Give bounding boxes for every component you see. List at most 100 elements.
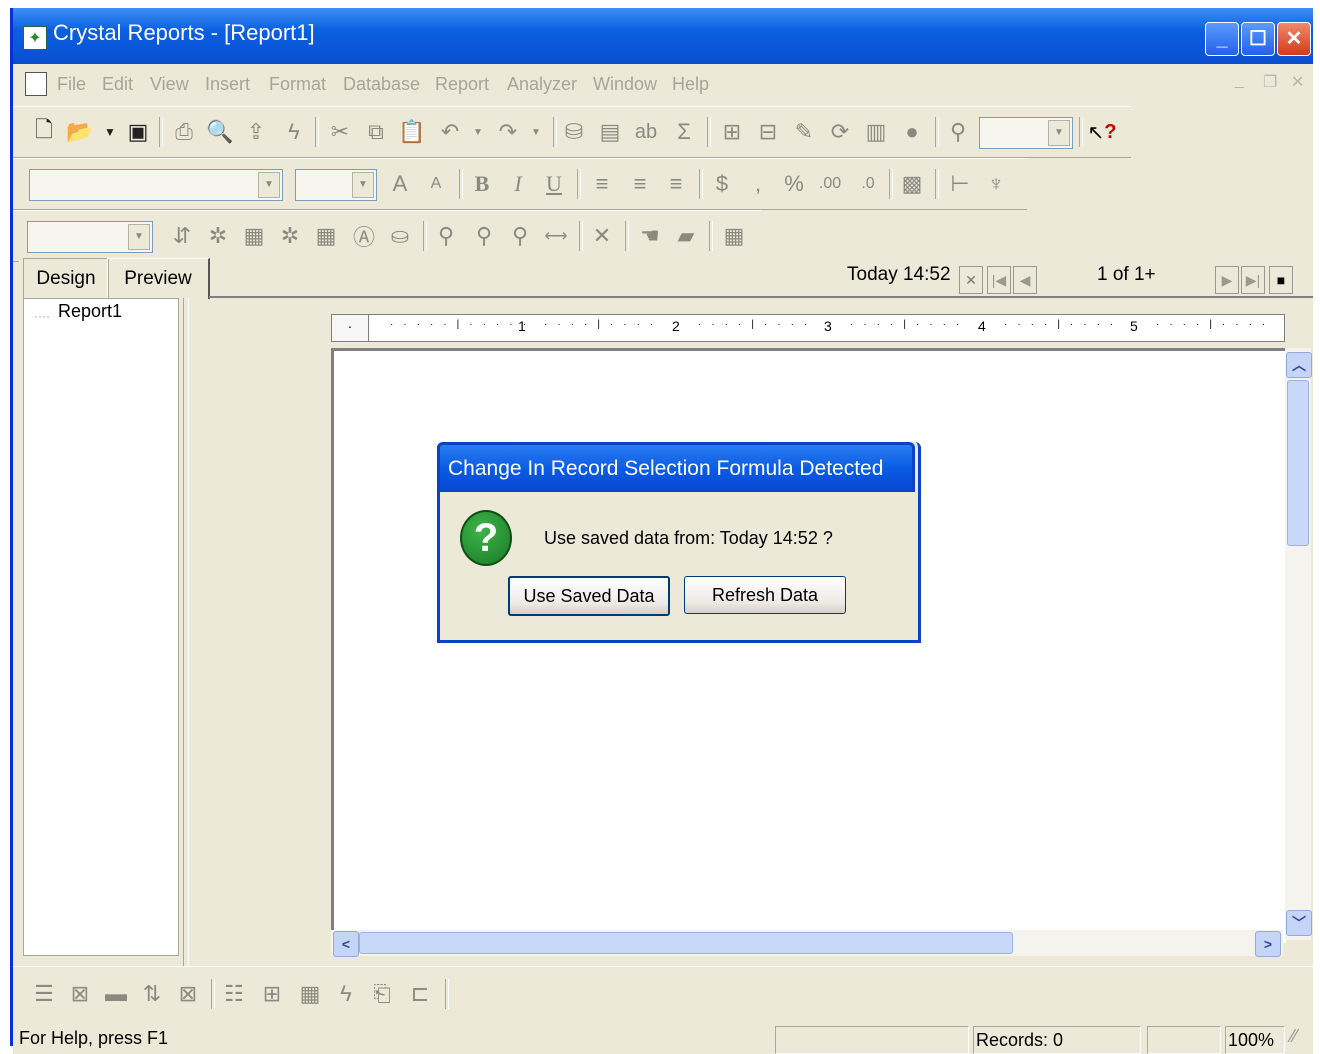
redo-icon[interactable]: ↷ <box>495 119 521 145</box>
next-page-icon[interactable]: ▶ <box>1215 266 1239 294</box>
links-icon[interactable]: ⊏ <box>407 981 433 1007</box>
scroll-left-icon[interactable]: < <box>333 931 359 957</box>
export-icon[interactable]: ⇪ <box>243 119 269 145</box>
minimize-button[interactable]: _ <box>1205 22 1239 56</box>
insert-table-icon[interactable]: ▦ <box>313 223 339 249</box>
first-page-icon[interactable]: |◀ <box>987 266 1011 294</box>
find-icon[interactable]: ⚲ <box>945 119 971 145</box>
menu-edit[interactable]: Edit <box>102 74 133 95</box>
resize-grip-icon[interactable]: ⁄⁄ <box>1291 1026 1297 1047</box>
cross-tab-expert-icon[interactable]: ▦ <box>297 981 323 1007</box>
underline-icon[interactable]: U <box>541 171 567 197</box>
stop-loading-icon[interactable]: ■ <box>1269 266 1293 294</box>
scroll-right-icon[interactable]: > <box>1255 931 1281 957</box>
sort-icon[interactable]: ⇅ <box>139 981 165 1007</box>
style-combo[interactable]: ▼ <box>27 221 153 253</box>
new-icon[interactable]: 🗋 <box>31 117 57 145</box>
menu-window[interactable]: Window <box>593 74 657 95</box>
expert-icon[interactable]: ✕ <box>589 223 615 249</box>
stop-icon[interactable]: ✕ <box>959 266 983 294</box>
crystal-reports-app-icon[interactable]: ✦ <box>23 26 47 50</box>
open-icon[interactable]: 📂 <box>66 119 93 145</box>
align-right-icon[interactable]: ≡ <box>663 171 689 197</box>
undo-icon[interactable]: ↶ <box>437 119 463 145</box>
mdi-minimize-icon[interactable]: _ <box>1235 72 1244 90</box>
menu-database[interactable]: Database <box>343 74 420 95</box>
menu-format[interactable]: Format <box>269 74 326 95</box>
thousands-icon[interactable]: , <box>745 171 771 197</box>
toolbar-combo[interactable]: ▼ <box>979 117 1073 149</box>
open-dropdown-icon[interactable]: ▼ <box>97 119 123 145</box>
mdi-close-icon[interactable]: ✕ <box>1291 72 1304 92</box>
field-explorer-icon[interactable]: ▤ <box>597 119 623 145</box>
group-tree-icon[interactable]: ⊟ <box>755 119 781 145</box>
increase-decimal-icon[interactable]: .00 <box>817 171 843 197</box>
undo-dropdown-icon[interactable]: ▼ <box>465 119 491 145</box>
group-expert-icon[interactable]: ☷ <box>221 981 247 1007</box>
save-icon[interactable]: ▣ <box>125 119 151 145</box>
align-center-icon[interactable]: ≡ <box>627 171 653 197</box>
title-bar[interactable]: ✦ Crystal Reports - [Report1] _ ☐ ✕ <box>13 8 1313 64</box>
maximize-button[interactable]: ☐ <box>1241 22 1275 56</box>
formula-expert-icon[interactable]: ϟ <box>333 981 359 1007</box>
select-icon[interactable]: ⊠ <box>67 981 93 1007</box>
zoom-out-icon[interactable]: ⚲ <box>507 223 533 249</box>
refresh-data-button[interactable]: Refresh Data <box>684 576 846 614</box>
previous-page-icon[interactable]: ◀ <box>1013 266 1037 294</box>
mdi-restore-icon[interactable]: ❐ <box>1263 72 1277 92</box>
decrease-decimal-icon[interactable]: .0 <box>855 171 881 197</box>
format-icon[interactable]: ⊠ <box>175 981 201 1007</box>
horizontal-scrollbar[interactable]: < > <box>331 930 1283 957</box>
chevron-down-icon[interactable]: ▼ <box>1048 120 1070 146</box>
scroll-up-icon[interactable]: ︿ <box>1286 352 1312 378</box>
help-pointer-icon[interactable]: ↖? <box>1088 119 1117 145</box>
document-icon[interactable] <box>25 72 47 96</box>
menu-report[interactable]: Report <box>435 74 489 95</box>
splitter[interactable] <box>183 298 189 966</box>
border-icon[interactable]: ▩ <box>899 171 925 197</box>
menu-file[interactable]: File <box>57 74 86 95</box>
chart-icon[interactable]: ▥ <box>863 119 889 145</box>
insert-group-icon[interactable]: ▦ <box>241 223 267 249</box>
horizontal-scroll-thumb[interactable] <box>359 932 1013 954</box>
zoom-icon[interactable]: ⚲ <box>471 223 497 249</box>
database-icon[interactable]: ☰ <box>31 981 57 1007</box>
lock-format-icon[interactable]: ♆ <box>983 171 1009 197</box>
insert-picture-icon[interactable]: ⛀ <box>387 223 413 249</box>
menu-view[interactable]: View <box>150 74 189 95</box>
vertical-scrollbar[interactable]: ︿ ﹀ <box>1285 348 1312 940</box>
chevron-down-icon[interactable]: ▼ <box>258 172 280 198</box>
grid-icon[interactable]: ▦ <box>721 223 747 249</box>
font-size-combo[interactable]: ▼ <box>295 169 377 201</box>
chevron-down-icon[interactable]: ▼ <box>128 224 150 250</box>
zoom-in-icon[interactable]: ⚲ <box>433 223 459 249</box>
database-expert-icon[interactable]: ⛁ <box>561 119 587 145</box>
cross-tab-icon[interactable]: ⟳ <box>827 119 853 145</box>
formula-icon[interactable]: ✎ <box>791 119 817 145</box>
map-icon[interactable]: ● <box>899 119 925 145</box>
print-icon[interactable]: ⎙ <box>171 119 197 145</box>
italic-icon[interactable]: I <box>505 171 531 197</box>
cut-icon[interactable]: ✂ <box>327 119 353 145</box>
tab-preview[interactable]: Preview <box>107 258 210 299</box>
tab-design[interactable]: Design <box>23 258 109 299</box>
text-object-icon[interactable]: ab <box>633 119 659 145</box>
copy-icon[interactable]: ⧉ <box>363 119 389 145</box>
insert-crosstab-icon[interactable]: ✲ <box>277 223 303 249</box>
close-button[interactable]: ✕ <box>1277 22 1311 56</box>
bold-icon[interactable]: B <box>469 171 495 197</box>
report-alerts-icon[interactable]: ⎗ <box>369 981 395 1007</box>
vertical-scroll-thumb[interactable] <box>1287 380 1309 546</box>
refresh-icon[interactable]: ϟ <box>281 119 307 145</box>
percent-icon[interactable]: % <box>781 171 807 197</box>
use-saved-data-button[interactable]: Use Saved Data <box>508 576 670 616</box>
group-icon[interactable]: ⊞ <box>719 119 745 145</box>
scroll-down-icon[interactable]: ﹀ <box>1286 910 1312 936</box>
section-icon[interactable]: ▬ <box>103 981 129 1007</box>
align-left-icon[interactable]: ≡ <box>589 171 615 197</box>
chevron-down-icon[interactable]: ▼ <box>352 172 374 198</box>
dialog-title-bar[interactable]: Change In Record Selection Formula Detec… <box>437 442 915 492</box>
insert-summary-icon[interactable]: ✲ <box>205 223 231 249</box>
highlight-icon[interactable]: ▰ <box>673 223 699 249</box>
increase-font-icon[interactable]: A <box>387 171 413 197</box>
